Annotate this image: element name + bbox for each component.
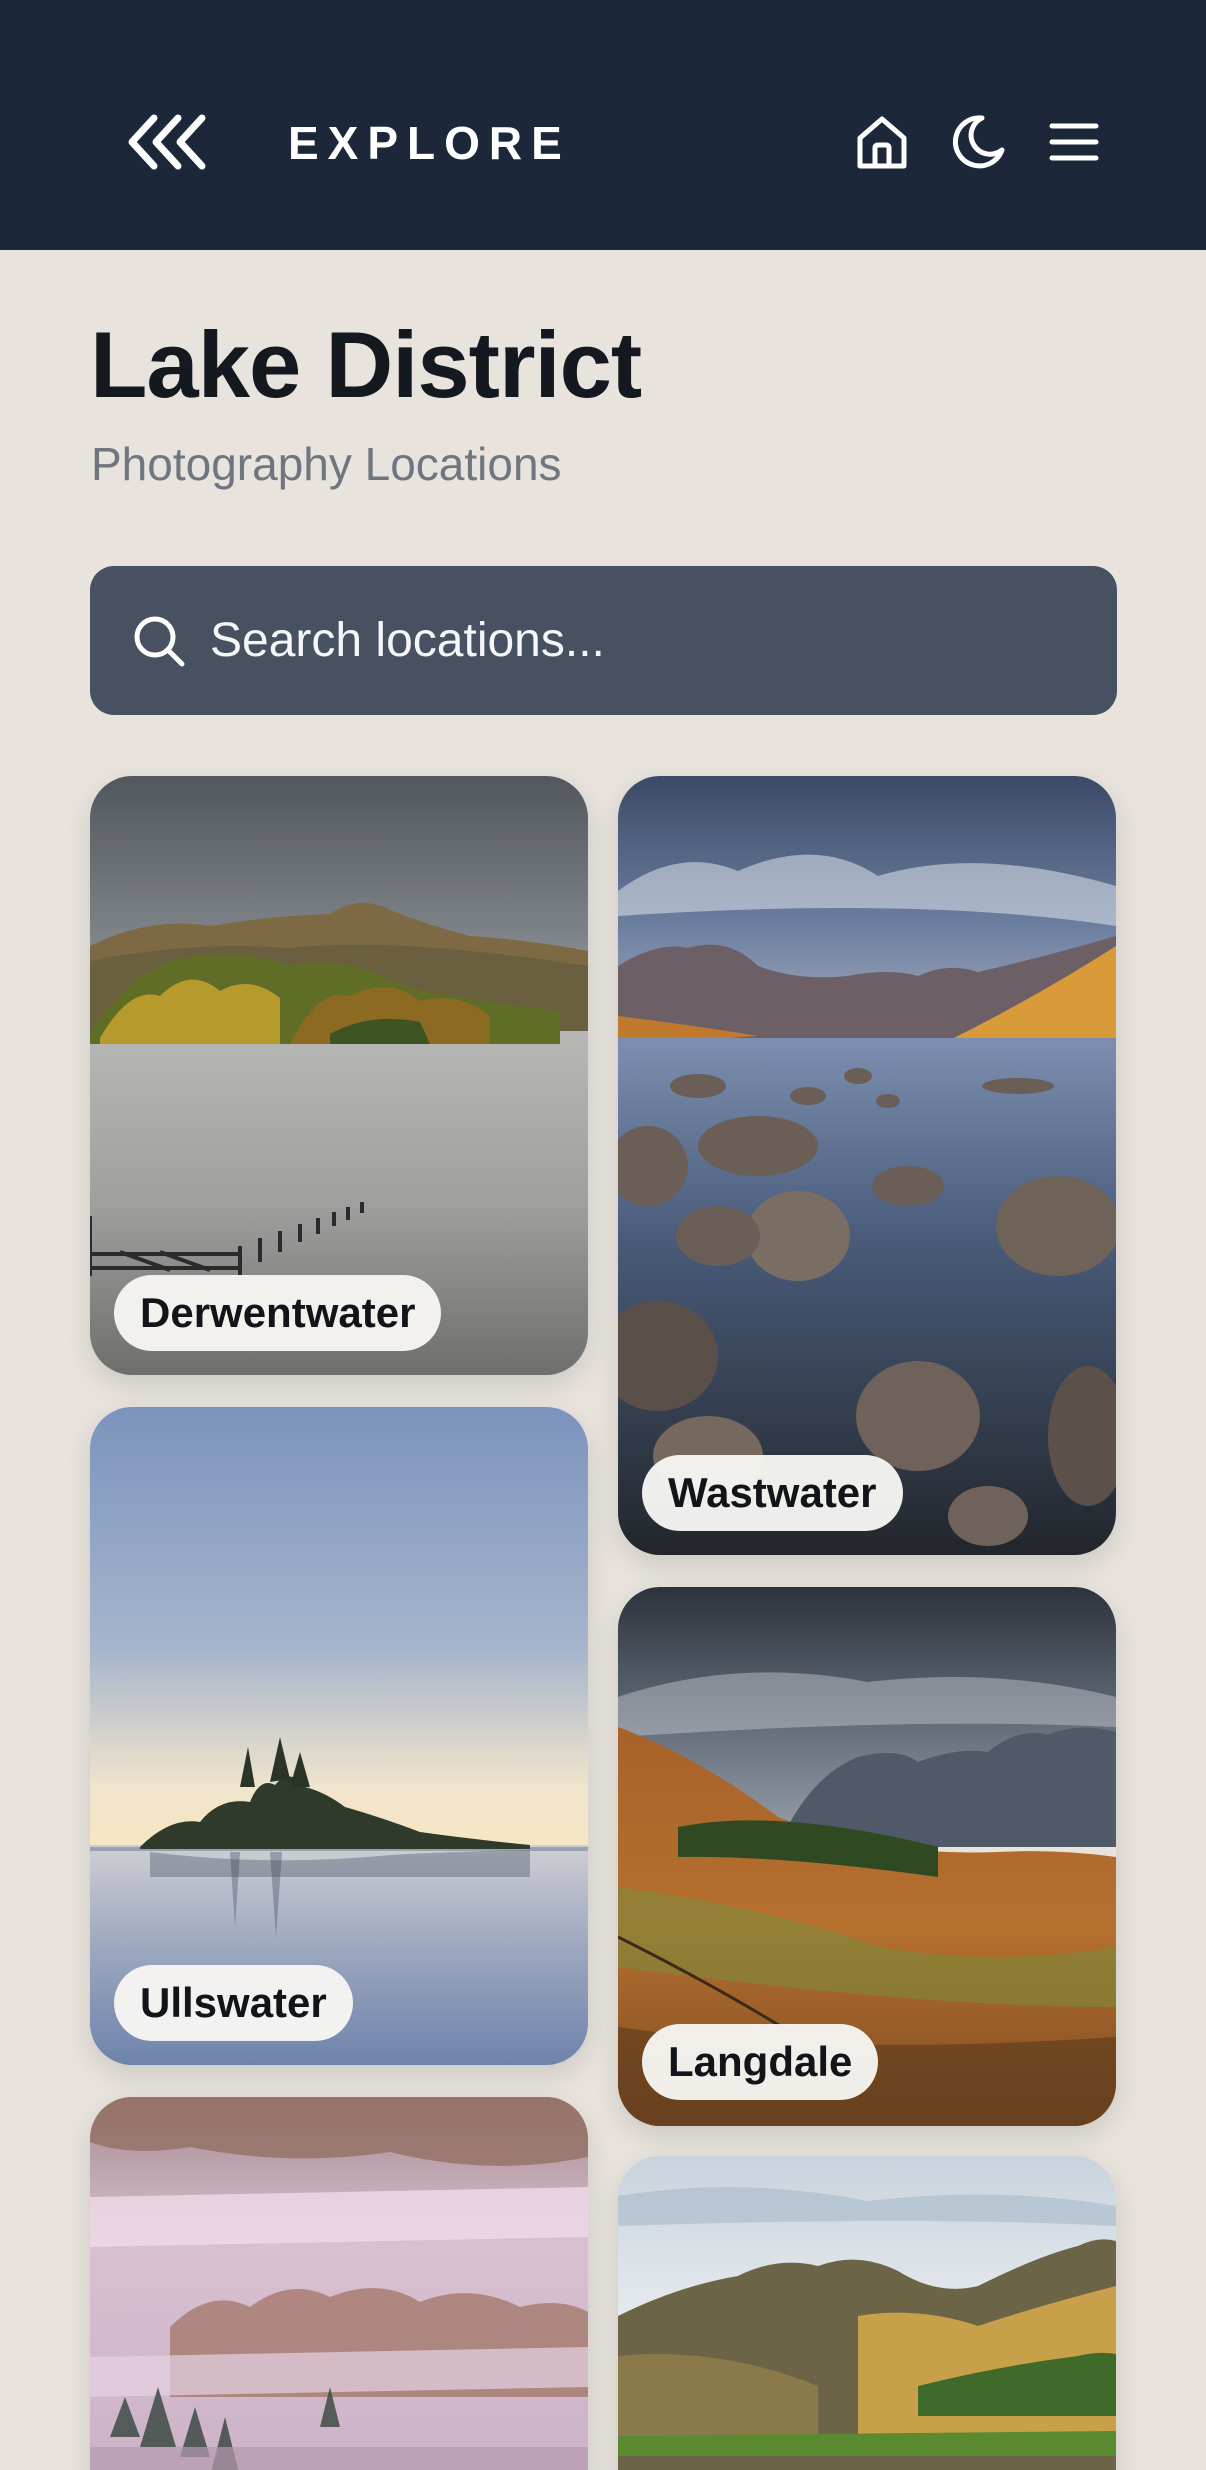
back-chevrons-icon	[128, 114, 206, 170]
location-card-5[interactable]	[90, 2097, 588, 2470]
page-title: Lake District	[90, 312, 642, 417]
search-icon	[134, 616, 185, 667]
search-bar[interactable]	[90, 566, 1117, 715]
location-label: Derwentwater	[114, 1275, 442, 1351]
misty-forest-photo	[90, 2097, 588, 2470]
page-subtitle: Photography Locations	[91, 438, 562, 490]
search-input[interactable]	[210, 566, 1090, 715]
menu-button[interactable]	[1044, 112, 1104, 172]
location-card-derwentwater[interactable]: Derwentwater	[90, 776, 588, 1375]
location-label: Wastwater	[642, 1455, 903, 1531]
location-card-ullswater[interactable]: Ullswater	[90, 1407, 588, 2065]
dark-mode-toggle[interactable]	[948, 112, 1008, 172]
mountain-valley-photo	[618, 2156, 1116, 2470]
location-card-langdale[interactable]: Langdale	[618, 1587, 1116, 2126]
top-bar: EXPLORE	[0, 0, 1206, 250]
home-button[interactable]	[852, 112, 912, 172]
location-card-6[interactable]	[618, 2156, 1116, 2470]
moon-icon	[952, 115, 1005, 169]
wastwater-photo	[618, 776, 1116, 1555]
menu-icon	[1049, 123, 1099, 161]
header-title: EXPLORE	[288, 117, 571, 169]
back-button[interactable]	[128, 110, 224, 174]
location-label: Langdale	[642, 2024, 879, 2100]
location-card-wastwater[interactable]: Wastwater	[618, 776, 1116, 1555]
home-icon	[857, 116, 907, 169]
location-label: Ullswater	[114, 1965, 353, 2041]
